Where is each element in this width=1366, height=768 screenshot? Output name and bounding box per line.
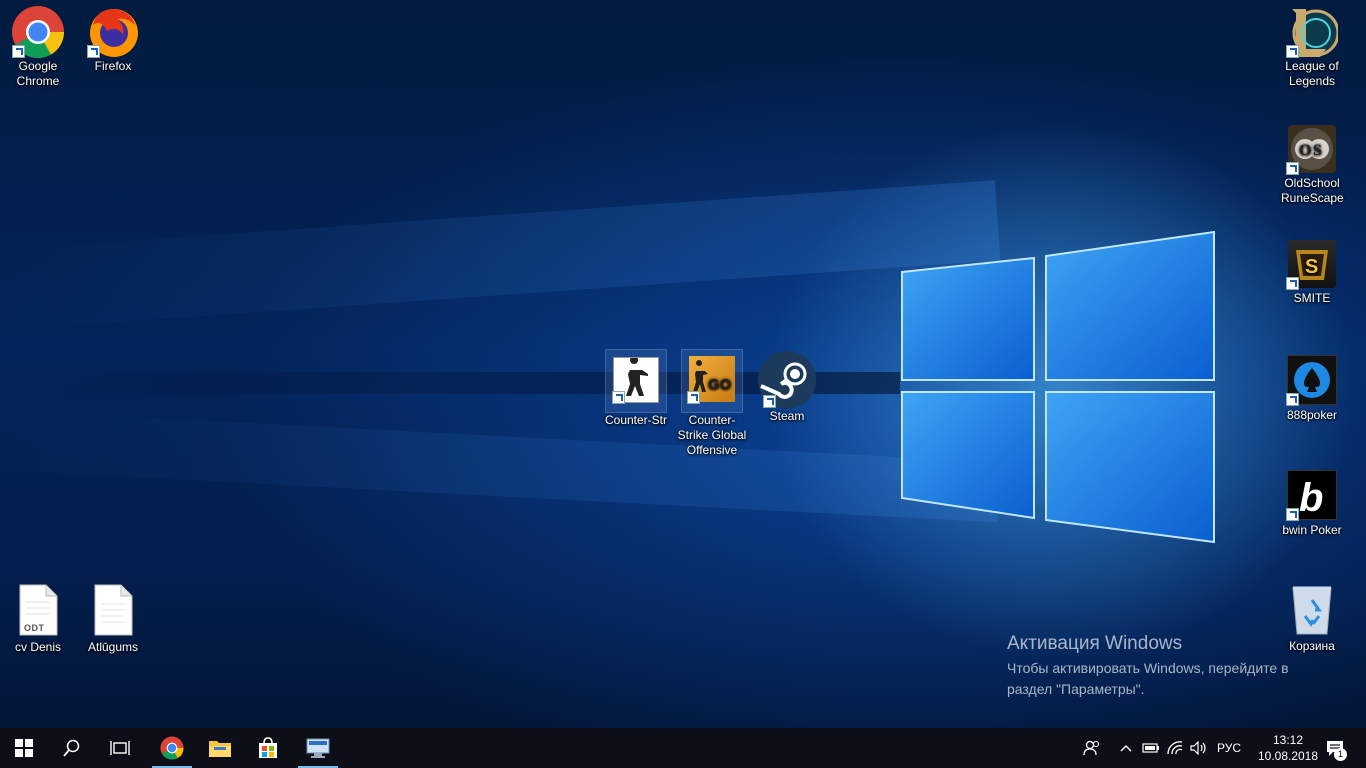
shortcut-arrow-icon (612, 391, 625, 404)
shortcut-arrow-icon (1286, 508, 1299, 521)
shortcut-arrow-icon (1286, 45, 1299, 58)
desktop-icon-steam[interactable]: Steam (751, 346, 823, 424)
activation-line: раздел "Параметры". (1007, 681, 1145, 697)
store-icon (259, 737, 277, 758)
clock-time: 13:12 (1272, 733, 1304, 747)
svg-text:GO: GO (708, 376, 732, 393)
people-icon (1083, 740, 1100, 756)
shortcut-arrow-icon (12, 45, 25, 58)
desktop-icon-label-wrap: Counter-Str (600, 413, 672, 428)
desktop-icon-label: bwin Poker (1282, 523, 1342, 537)
taskbar-remote-desktop[interactable] (294, 728, 342, 768)
chevron-up-icon (1120, 745, 1132, 752)
shortcut-arrow-icon (1286, 277, 1299, 290)
desktop-icon-label-wrap: Counter-Strike Global Offensive (676, 413, 748, 458)
desktop-icon-label: OldSchool RuneScape (1281, 176, 1344, 205)
counter-strike-icon (612, 356, 659, 404)
csgo-icon: GO (687, 356, 735, 404)
speaker-icon (1190, 741, 1206, 755)
task-view-button[interactable] (96, 728, 144, 768)
desktop-icon-label: cv Denis (14, 640, 61, 654)
desktop-icon-firefox[interactable]: Firefox (77, 2, 149, 74)
taskbar-chrome[interactable] (148, 728, 196, 768)
desktop-icon-label: SMITE (1293, 291, 1331, 305)
desktop-icon-label: Firefox (94, 59, 132, 73)
desktop-icon-smite[interactable]: S SMITE (1276, 234, 1348, 306)
chrome-icon (160, 736, 184, 760)
desktop-icon-label: Google Chrome (16, 59, 60, 88)
desktop-icon-csgo[interactable]: GO (681, 349, 743, 413)
shortcut-arrow-icon (1286, 393, 1299, 406)
league-of-legends-icon (1286, 8, 1338, 58)
desktop-icon-league-of-legends[interactable]: League of Legends (1276, 2, 1348, 89)
desktop[interactable]: Google Chrome Firefox League of Legends (0, 0, 1366, 728)
desktop-icon-label: Atlūgums (87, 640, 139, 654)
activation-line: Чтобы активировать Windows, перейдите в (1007, 660, 1289, 676)
volume-button[interactable] (1188, 728, 1210, 768)
taskbar-store[interactable] (244, 728, 292, 768)
windows-logo-wallpaper (901, 230, 1215, 544)
remote-desktop-icon (306, 738, 330, 758)
bwin-icon: b (1286, 470, 1337, 521)
desktop-icon-label: League of Legends (1285, 59, 1339, 88)
shortcut-arrow-icon (763, 395, 776, 408)
steam-icon (757, 350, 817, 410)
svg-text:b: b (1299, 476, 1323, 519)
language-label: РУС (1216, 741, 1242, 755)
svg-text:S: S (1305, 256, 1318, 278)
desktop-icon-oldschool-runescape[interactable]: O S OldSchool RuneScape (1276, 119, 1348, 206)
shortcut-arrow-icon (87, 45, 100, 58)
odt-badge: ODT (24, 623, 45, 633)
odt-document-icon: ODT (18, 584, 58, 636)
shortcut-arrow-icon (1286, 162, 1299, 175)
888poker-icon (1286, 355, 1337, 406)
taskbar: РУС 13:12 10.08.2018 1 (0, 728, 1366, 768)
desktop-icon-cv-denis[interactable]: ODT cv Denis (2, 579, 74, 655)
desktop-icon-888poker[interactable]: 888poker (1276, 349, 1348, 423)
search-icon (63, 739, 80, 757)
folder-icon (209, 741, 231, 757)
clock[interactable]: 13:12 10.08.2018 (1248, 732, 1328, 764)
search-button[interactable] (48, 728, 96, 768)
shortcut-arrow-icon (687, 391, 700, 404)
network-button[interactable] (1164, 728, 1186, 768)
wifi-icon (1167, 741, 1183, 755)
battery-button[interactable] (1140, 728, 1162, 768)
language-indicator[interactable]: РУС (1212, 728, 1246, 768)
desktop-icon-bwin-poker[interactable]: b bwin Poker (1276, 464, 1348, 538)
action-center-button[interactable]: 1 (1318, 728, 1352, 768)
battery-icon (1142, 743, 1159, 753)
activation-watermark: Активация Windows Чтобы активировать Win… (1007, 632, 1289, 700)
taskbar-file-explorer[interactable] (196, 728, 244, 768)
document-icon (93, 584, 133, 636)
desktop-icon-label: Counter-Strike Global Offensive (677, 413, 747, 457)
show-hidden-icons-button[interactable] (1116, 728, 1136, 768)
windows-start-icon (15, 739, 33, 757)
desktop-icon-label: Counter-Str (604, 413, 668, 427)
desktop-icon-counter-strike[interactable] (605, 349, 667, 413)
notification-count-badge: 1 (1334, 748, 1347, 761)
svg-text:O: O (1299, 142, 1311, 159)
runescape-icon: O S (1286, 125, 1336, 175)
firefox-icon (87, 8, 138, 58)
wallpaper-beam (0, 180, 1001, 330)
recycle-bin-icon (1289, 582, 1335, 636)
smite-icon: S (1286, 240, 1336, 290)
desktop-icon-label: 888poker (1286, 408, 1338, 422)
task-view-icon (110, 741, 130, 755)
activation-title: Активация Windows (1007, 633, 1183, 654)
desktop-icon-atlugums[interactable]: Atlūgums (77, 579, 149, 655)
people-button[interactable] (1078, 728, 1106, 768)
svg-text:S: S (1313, 142, 1322, 159)
chrome-icon (12, 6, 64, 58)
wallpaper-beam (0, 410, 1001, 523)
desktop-icon-chrome[interactable]: Google Chrome (2, 2, 74, 89)
start-button[interactable] (0, 728, 48, 768)
desktop-icon-label: Steam (769, 409, 805, 423)
clock-date: 10.08.2018 (1257, 749, 1319, 763)
